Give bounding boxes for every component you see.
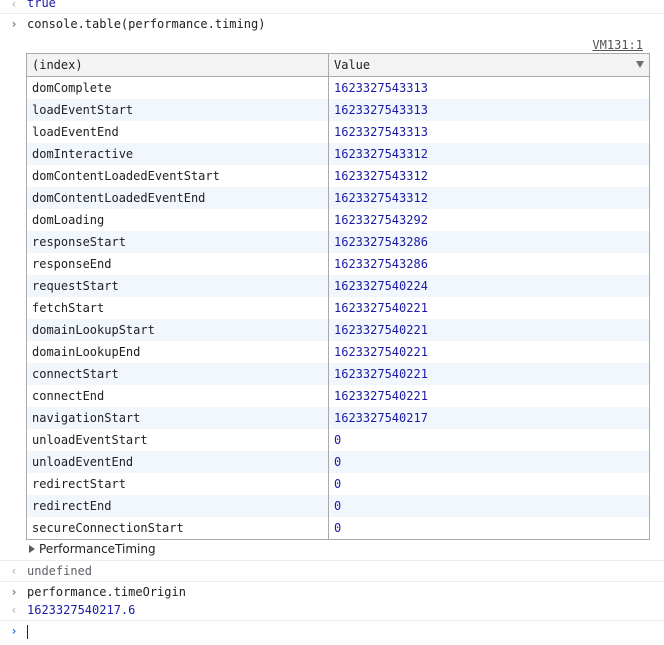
row-index-cell: domLoading (26, 209, 329, 231)
console-result-line: ‹ true (0, 0, 664, 14)
table-row[interactable]: redirectEnd 0 (26, 495, 650, 517)
table-row[interactable]: redirectStart 0 (26, 473, 650, 495)
row-index-cell: domContentLoadedEventEnd (26, 187, 329, 209)
source-link[interactable]: VM131:1 (592, 38, 643, 52)
table-row[interactable]: fetchStart 1623327540221 (26, 297, 650, 319)
console-table: (index) Value domComplete 1623327543313 lo… (26, 53, 650, 540)
row-value-cell: 1623327540224 (328, 275, 650, 297)
console-result-line: ‹ 1623327540217.6 (0, 601, 664, 621)
console-input-line: › performance.timeOrigin (0, 582, 664, 601)
table-row[interactable]: domainLookupEnd 1623327540221 (26, 341, 650, 363)
prompt-chevron-icon: › (10, 624, 18, 638)
row-value-cell: 1623327543313 (328, 121, 650, 143)
table-row[interactable]: domainLookupStart 1623327540221 (26, 319, 650, 341)
row-value-cell: 1623327543312 (328, 187, 650, 209)
row-value-cell: 1623327543313 (328, 76, 650, 99)
row-value-cell: 0 (328, 495, 650, 517)
row-index-cell: domContentLoadedEventStart (26, 165, 329, 187)
console-input-line: › console.table(performance.timing) (0, 14, 664, 34)
chevron-right-icon: › (10, 585, 18, 599)
column-header-value[interactable]: Value (328, 53, 650, 77)
console-input[interactable] (27, 624, 28, 639)
output-arrow-icon: ‹ (10, 564, 18, 578)
table-row[interactable]: responseStart 1623327543286 (26, 231, 650, 253)
row-value-cell: 0 (328, 451, 650, 473)
output-arrow-icon: ‹ (10, 0, 18, 11)
row-index-cell: redirectStart (26, 473, 329, 495)
sort-triangle-down-icon[interactable] (636, 61, 644, 68)
chevron-right-icon: › (10, 17, 18, 31)
row-index-cell: responseEnd (26, 253, 329, 275)
object-expander-line: PerformanceTiming (0, 540, 664, 561)
row-value-cell: 0 (328, 517, 650, 540)
row-index-cell: requestStart (26, 275, 329, 297)
row-index-cell: domainLookupStart (26, 319, 329, 341)
console-result-line: ‹ undefined (0, 561, 664, 582)
command-text[interactable]: console.table(performance.timing) (27, 17, 265, 31)
row-value-cell: 1623327540221 (328, 297, 650, 319)
console-prompt-line[interactable]: › (0, 621, 664, 643)
table-row[interactable]: responseEnd 1623327543286 (26, 253, 650, 275)
row-index-cell: loadEventEnd (26, 121, 329, 143)
row-value-cell: 0 (328, 429, 650, 451)
triangle-right-icon[interactable] (29, 545, 35, 553)
table-row[interactable]: domInteractive 1623327543312 (26, 143, 650, 165)
row-value-cell: 1623327543292 (328, 209, 650, 231)
row-index-cell: secureConnectionStart (26, 517, 329, 540)
output-arrow-icon: ‹ (10, 603, 18, 617)
row-index-cell: domComplete (26, 76, 329, 99)
row-value-cell: 1623327543312 (328, 143, 650, 165)
row-index-cell: responseStart (26, 231, 329, 253)
table-row[interactable]: loadEventEnd 1623327543313 (26, 121, 650, 143)
table-row[interactable]: domContentLoadedEventEnd 1623327543312 (26, 187, 650, 209)
table-row[interactable]: connectStart 1623327540221 (26, 363, 650, 385)
row-index-cell: unloadEventEnd (26, 451, 329, 473)
table-row[interactable]: domComplete 1623327543313 (26, 76, 650, 99)
row-value-cell: 1623327540221 (328, 319, 650, 341)
row-index-cell: connectEnd (26, 385, 329, 407)
column-header-index[interactable]: (index) (26, 53, 329, 77)
row-index-cell: redirectEnd (26, 495, 329, 517)
row-value-cell: 1623327543313 (328, 99, 650, 121)
table-row[interactable]: navigationStart 1623327540217 (26, 407, 650, 429)
table-header-row: (index) Value (26, 53, 650, 77)
table-row[interactable]: domContentLoadedEventStart 1623327543312 (26, 165, 650, 187)
command-text[interactable]: performance.timeOrigin (27, 585, 186, 599)
row-index-cell: fetchStart (26, 297, 329, 319)
row-value-cell: 1623327543312 (328, 165, 650, 187)
result-value: undefined (27, 564, 93, 578)
table-row[interactable]: domLoading 1623327543292 (26, 209, 650, 231)
table-row[interactable]: secureConnectionStart 0 (26, 517, 650, 540)
row-index-cell: loadEventStart (26, 99, 329, 121)
row-index-cell: unloadEventStart (26, 429, 329, 451)
row-value-cell: 1623327543286 (328, 231, 650, 253)
row-index-cell: navigationStart (26, 407, 329, 429)
row-value-cell: 1623327540221 (328, 341, 650, 363)
text-caret (27, 624, 28, 639)
row-index-cell: domInteractive (26, 143, 329, 165)
row-index-cell: domainLookupEnd (26, 341, 329, 363)
object-expander[interactable]: PerformanceTiming (29, 542, 156, 556)
column-header-label: Value (334, 58, 371, 72)
row-value-cell: 1623327540217 (328, 407, 650, 429)
row-value-cell: 0 (328, 473, 650, 495)
object-label: PerformanceTiming (39, 542, 156, 556)
row-value-cell: 1623327543286 (328, 253, 650, 275)
table-row[interactable]: loadEventStart 1623327543313 (26, 99, 650, 121)
row-index-cell: connectStart (26, 363, 329, 385)
table-row[interactable]: unloadEventStart 0 (26, 429, 650, 451)
table-row[interactable]: requestStart 1623327540224 (26, 275, 650, 297)
result-value[interactable]: 1623327540217.6 (27, 603, 135, 617)
table-row[interactable]: connectEnd 1623327540221 (26, 385, 650, 407)
table-row[interactable]: unloadEventEnd 0 (26, 451, 650, 473)
row-value-cell: 1623327540221 (328, 385, 650, 407)
column-header-label: (index) (32, 58, 83, 72)
row-value-cell: 1623327540221 (328, 363, 650, 385)
result-value[interactable]: true (27, 0, 56, 10)
